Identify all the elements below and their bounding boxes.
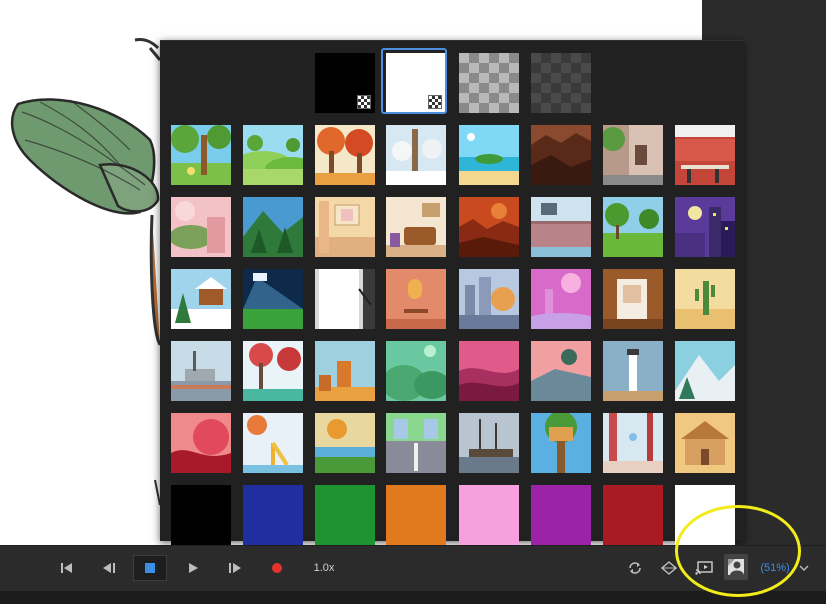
scene-tile-snowy-mountains[interactable] xyxy=(675,341,735,401)
scene-tile-ship-harbor[interactable] xyxy=(171,341,231,401)
scene-tile-stadium-lights[interactable] xyxy=(243,269,303,329)
color-tile-blue[interactable] xyxy=(243,485,303,545)
cast-icon xyxy=(695,561,713,575)
scene-tile-road-crossing[interactable] xyxy=(386,413,446,473)
scene-tile-rocky-canyon[interactable] xyxy=(531,125,591,185)
scene-tile-tropical-beach[interactable] xyxy=(459,125,519,185)
background-picker-icon xyxy=(728,559,744,575)
scene-tile-city-skyline[interactable] xyxy=(459,269,519,329)
playback-toolbar: 1.0x (51%) xyxy=(0,545,826,592)
scene-tile-farm-landscape[interactable] xyxy=(315,413,375,473)
scene-tile-red-leaves[interactable] xyxy=(171,413,231,473)
scene-tile-fairy-forest[interactable] xyxy=(603,413,663,473)
scene-tile-living-room[interactable] xyxy=(386,197,446,257)
scene-tile-snowy-cabin[interactable] xyxy=(171,269,231,329)
skip-to-start-icon xyxy=(61,563,72,573)
checker-icon xyxy=(357,95,371,109)
scene-tile-autumn-forest[interactable] xyxy=(315,125,375,185)
onion-skin-button[interactable] xyxy=(660,556,678,580)
play-icon xyxy=(189,563,198,573)
background-picker-popup xyxy=(160,40,744,545)
color-tile-black[interactable] xyxy=(171,485,231,545)
scene-tile-cozy-room[interactable] xyxy=(386,269,446,329)
scene-tile-ship-dock[interactable] xyxy=(459,413,519,473)
step-back-icon xyxy=(103,563,115,573)
scene-tile-pink-garden[interactable] xyxy=(171,197,231,257)
scene-tile-orange-desert-canyon[interactable] xyxy=(459,197,519,257)
playback-speed-button[interactable]: 1.0x xyxy=(306,556,342,580)
step-forward-button[interactable] xyxy=(226,556,244,580)
stop-button[interactable] xyxy=(133,555,167,581)
scene-tile-park-trees[interactable] xyxy=(171,125,231,185)
chevron-down-icon xyxy=(799,565,809,571)
scene-tile-photo-studio[interactable] xyxy=(315,269,375,329)
zoom-dropdown-button[interactable] xyxy=(796,556,812,580)
record-icon xyxy=(272,563,282,573)
bg-transparent-dark-tile[interactable] xyxy=(531,53,591,113)
record-button[interactable] xyxy=(268,556,286,580)
loop-button[interactable] xyxy=(626,556,644,580)
bg-transparent-light-tile[interactable] xyxy=(459,53,519,113)
zoom-level[interactable]: (51%) xyxy=(758,556,792,580)
scene-tile-pink-castle[interactable] xyxy=(531,269,591,329)
color-tile-orange[interactable] xyxy=(386,485,446,545)
play-button[interactable] xyxy=(184,556,202,580)
scene-tile-green-hills[interactable] xyxy=(243,125,303,185)
skip-to-start-button[interactable] xyxy=(58,556,76,580)
zoom-level-label: (51%) xyxy=(760,562,790,574)
color-tile-red[interactable] xyxy=(603,485,663,545)
scene-tile-lab-room[interactable] xyxy=(531,197,591,257)
scene-tile-empty-room[interactable] xyxy=(315,197,375,257)
color-tile-green[interactable] xyxy=(315,485,375,545)
scene-tile-lighthouse[interactable] xyxy=(603,341,663,401)
scene-tile-wooden-door[interactable] xyxy=(603,269,663,329)
loop-icon xyxy=(629,562,641,574)
scene-tile-house-yard[interactable] xyxy=(675,413,735,473)
step-forward-icon xyxy=(229,563,241,573)
scene-tile-sunset-coast[interactable] xyxy=(531,341,591,401)
scene-tile-mountain-pines[interactable] xyxy=(243,197,303,257)
scene-tile-treehouse[interactable] xyxy=(531,413,591,473)
scene-tile-winter-forest[interactable] xyxy=(386,125,446,185)
scene-tile-playground[interactable] xyxy=(243,413,303,473)
bg-black-checker-tile[interactable] xyxy=(315,53,375,113)
scene-tile-green-mounds[interactable] xyxy=(386,341,446,401)
color-tile-white[interactable] xyxy=(675,485,735,545)
scene-tile-autumn-trees[interactable] xyxy=(243,341,303,401)
selection-outline xyxy=(381,48,447,114)
scene-tile-pink-dunes[interactable] xyxy=(459,341,519,401)
scene-tile-mesa-rocks[interactable] xyxy=(315,341,375,401)
cast-button[interactable] xyxy=(694,556,714,580)
onion-skin-icon xyxy=(661,561,677,575)
color-tile-purple[interactable] xyxy=(531,485,591,545)
scene-tile-night-city[interactable] xyxy=(675,197,735,257)
color-tile-pink[interactable] xyxy=(459,485,519,545)
step-back-button[interactable] xyxy=(100,556,118,580)
scene-tile-cafe-interior[interactable] xyxy=(675,125,735,185)
playback-speed-label: 1.0x xyxy=(313,562,335,574)
status-strip xyxy=(0,591,826,604)
scene-tile-park-lake[interactable] xyxy=(603,197,663,257)
scene-tile-cactus-desert[interactable] xyxy=(675,269,735,329)
stop-icon xyxy=(145,563,155,573)
background-picker-button[interactable] xyxy=(724,554,748,580)
scene-tile-town-street[interactable] xyxy=(603,125,663,185)
